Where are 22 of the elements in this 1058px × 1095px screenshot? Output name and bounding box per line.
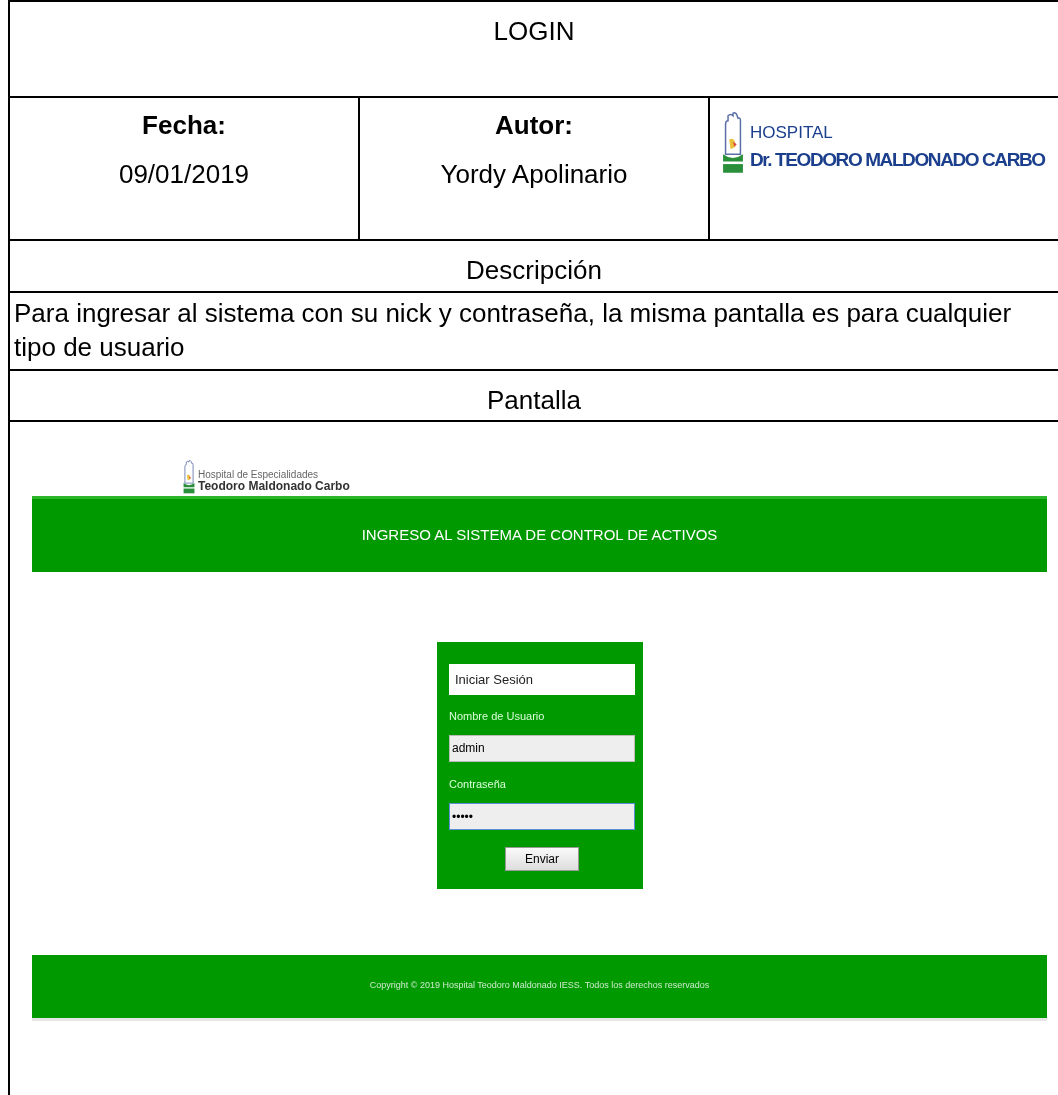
field-value: Yordy Apolinario <box>440 158 628 191</box>
field-label: Contraseña <box>449 777 507 793</box>
submit-button[interactable]: Enviar <box>505 846 579 871</box>
logo-text: Dr. TEODORO MALDONADO CARBO <box>750 147 1045 172</box>
hand-emblem-icon <box>720 112 746 174</box>
logo-text: Teodoro Maldonado Carbo <box>198 480 350 494</box>
field-label: Autor: <box>495 109 573 142</box>
field-label: Fecha: <box>142 109 226 142</box>
login-title: Iniciar Sesión <box>449 663 635 695</box>
section-heading: Descripción <box>466 254 602 287</box>
logo-text: HOSPITAL <box>750 122 834 144</box>
logo-subtitle: Hospital de Especialidades <box>198 470 319 481</box>
field-value: 09/01/2019 <box>118 158 250 191</box>
section-heading: Pantalla <box>487 383 581 417</box>
field-label: Nombre de Usuario <box>449 708 546 724</box>
document-title: LOGIN <box>493 15 575 48</box>
copyright-text: Copyright © 2019 Hospital Teodoro Maldonado IESS. Todos los derechos reservados <box>369 979 710 993</box>
banner-title: INGRESO AL SISTEMA DE CONTROL DE ACTIVOS <box>361 524 718 545</box>
hand-emblem-icon <box>182 459 196 494</box>
input-field[interactable]: admin <box>449 734 635 762</box>
description-text: Para ingresar al sistema con su nick y contraseña, la misma pantalla es para cualquier tipo de usuario <box>14 298 1012 362</box>
input-field[interactable]: ••••• <box>449 803 635 831</box>
